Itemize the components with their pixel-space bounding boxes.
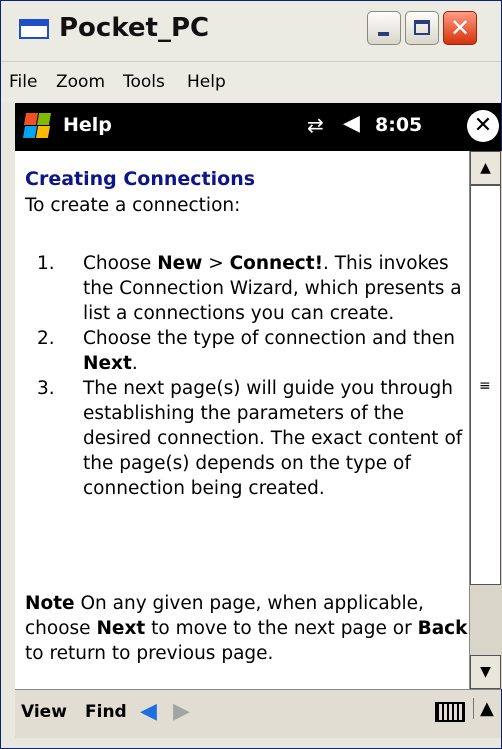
help-note: Note On any given page, when applicable,… [25, 591, 469, 666]
window-app-icon [19, 19, 49, 39]
bold-term: Back [417, 618, 468, 639]
note-label: Note [25, 593, 75, 614]
menu-file[interactable]: File [9, 72, 37, 92]
pocket-pc-emulator-window: Pocket_PC ✕ File Zoom Tools Help Help ⇄ … [0, 0, 502, 749]
help-heading: Creating Connections [25, 168, 256, 190]
window-title: Pocket_PC [59, 13, 210, 43]
clock[interactable]: 8:05 [375, 114, 422, 136]
scroll-grip-icon: ≡ [479, 378, 491, 394]
windows-start-icon[interactable] [22, 111, 52, 139]
menu-tools[interactable]: Tools [123, 72, 165, 92]
text-run: > [202, 253, 230, 274]
text-run: Choose the type of connection and then [83, 328, 455, 349]
title-bar[interactable]: Pocket_PC ✕ [1, 1, 501, 62]
bold-term: New [157, 253, 203, 274]
menu-help[interactable]: Help [187, 72, 226, 92]
text-run: The next page(s) will guide you through … [83, 378, 463, 499]
help-intro: To create a connection: [25, 195, 241, 216]
ok-close-icon[interactable]: ✕ [467, 110, 499, 142]
step-number: 3. [37, 378, 55, 399]
step-item: 3. The next page(s) will guide you throug… [25, 376, 469, 501]
maximize-button[interactable] [405, 11, 439, 45]
bold-term: Connect! [229, 253, 323, 274]
volume-icon[interactable]: ◀ [343, 111, 360, 136]
connection-icon[interactable]: ⇄ [307, 113, 324, 137]
step-number: 1. [37, 253, 55, 274]
scroll-up-button[interactable]: ▲ [470, 151, 501, 185]
status-app-title: Help [63, 114, 112, 136]
text-run: to move to the next page or [145, 618, 418, 639]
step-item: 2. Choose the type of connection and then… [25, 326, 469, 376]
menu-zoom[interactable]: Zoom [56, 72, 105, 92]
view-menu[interactable]: View [21, 702, 67, 722]
text-run: to return to previous page. [25, 643, 274, 664]
menu-bar: File Zoom Tools Help [1, 62, 501, 102]
keyboard-icon[interactable] [435, 702, 465, 722]
steps-list: 1. Choose New > Connect!. This invokes th… [25, 251, 469, 501]
help-content: Creating Connections To create a connect… [15, 151, 469, 689]
input-menu-arrow-icon[interactable]: ▲ [473, 698, 494, 719]
bold-term: Next [96, 618, 146, 639]
text-run: Choose [83, 253, 158, 274]
text-run: . [131, 353, 138, 374]
forward-arrow-icon[interactable]: ▶ [173, 699, 190, 724]
bold-term: Next [83, 353, 132, 374]
device-status-bar: Help ⇄ ◀ 8:05 ✕ [15, 103, 501, 151]
minimize-button[interactable] [367, 11, 401, 45]
close-window-button[interactable]: ✕ [443, 11, 477, 45]
vertical-scrollbar[interactable]: ▲ ≡ ▼ [469, 151, 502, 689]
scroll-thumb[interactable]: ≡ [470, 185, 501, 585]
step-number: 2. [37, 328, 55, 349]
back-arrow-icon[interactable]: ◀ [140, 699, 157, 724]
scroll-down-button[interactable]: ▼ [470, 655, 501, 689]
step-item: 1. Choose New > Connect!. This invokes th… [25, 251, 469, 326]
find-menu[interactable]: Find [85, 702, 127, 722]
bottom-menu-bar: View Find ◀ ▶ ▲ [15, 689, 501, 738]
